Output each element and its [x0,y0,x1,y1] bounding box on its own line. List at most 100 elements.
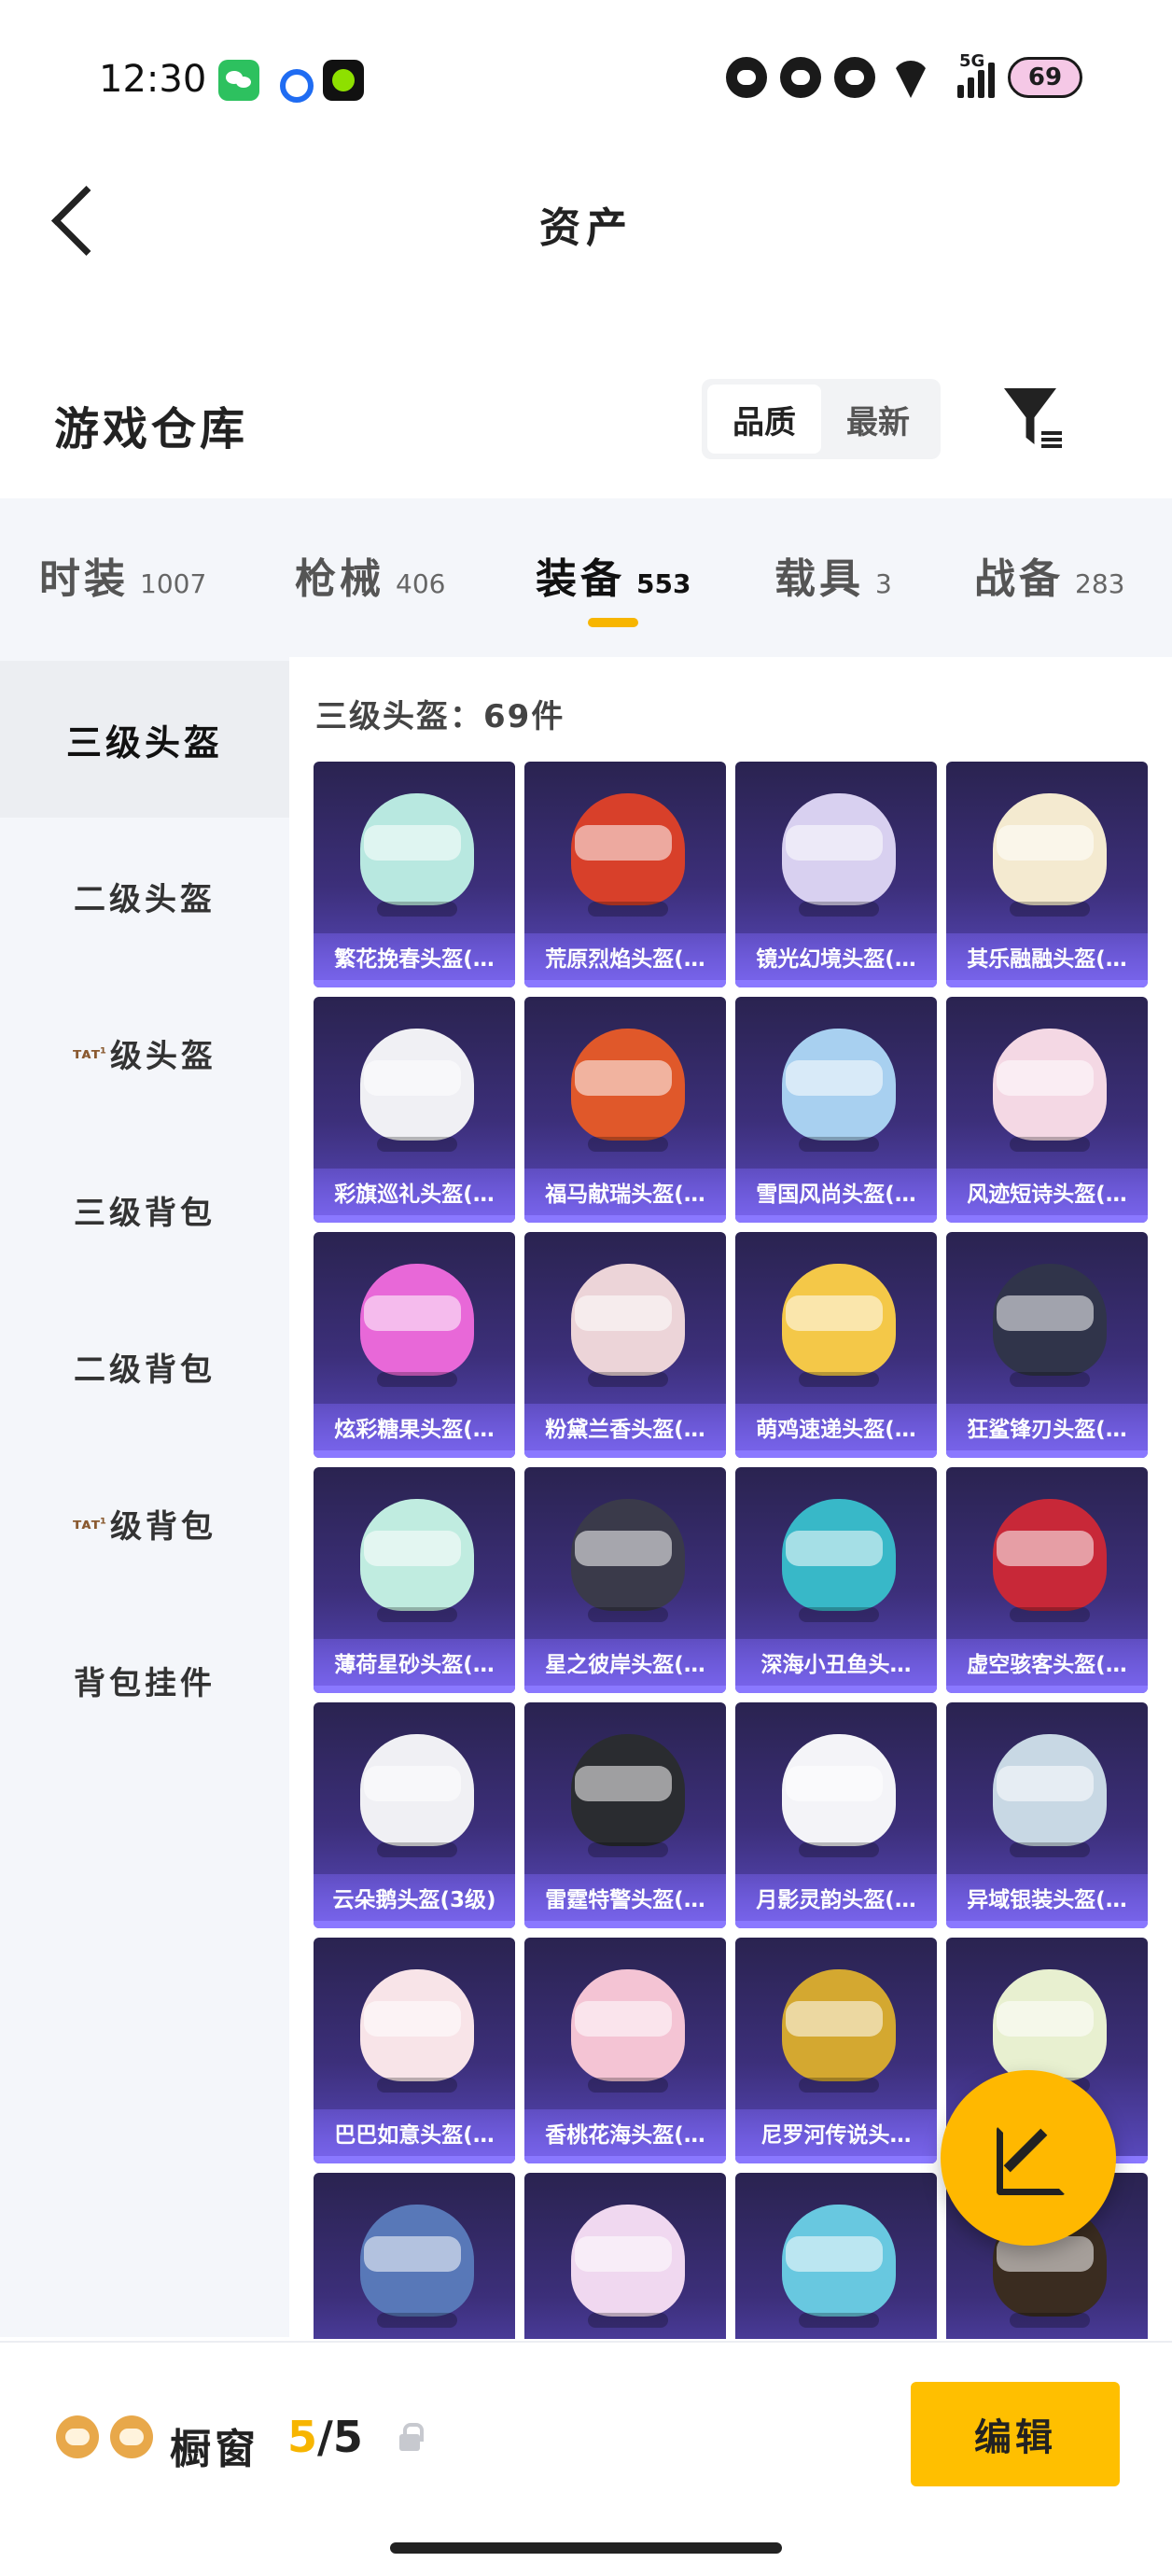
sidebar-item-label: 背包挂件 [74,1664,216,1702]
sidebar-item-prefix: ᴛᴀᴛ¹ [73,1043,106,1062]
item-name: 尼罗河传说头… [735,2109,937,2156]
item-card[interactable]: 福马献瑞头盔(… [524,997,726,1223]
tab-equipment[interactable]: 装备 553 [536,545,691,605]
tab-label: 装备 [536,555,625,603]
item-card[interactable]: 其乐融融头盔(… [946,762,1148,987]
helmet-image [360,793,474,917]
bottom-bar: 橱窗 5/5 编辑 [0,2341,1172,2576]
tab-guns[interactable]: 枪械 406 [295,545,445,605]
status-paw-icon [834,57,875,98]
helmet-image [993,1029,1107,1152]
helmet-image [571,793,685,917]
helmet-image [571,1264,685,1387]
edit-button[interactable]: 编辑 [911,2382,1120,2486]
item-card[interactable]: 繁花挽春头盔(… [314,762,515,987]
item-card[interactable]: 萌鸡速递头盔(… [735,1232,937,1458]
helmet-image [360,1969,474,2093]
tab-vehicles[interactable]: 载具 3 [774,545,892,605]
item-name: 风迹短诗头盔(… [946,1169,1148,1215]
helmet-image [782,1029,896,1152]
filter-icon[interactable] [998,385,1067,454]
helmet-image [360,2205,474,2328]
item-card[interactable]: 异域银装头盔(… [946,1702,1148,1928]
sidebar-item-label: 二级背包 [74,1351,216,1389]
item-card[interactable]: 尼罗河传说头… [735,1938,937,2163]
helmet-image [993,1969,1107,2093]
helmet-image [993,1264,1107,1387]
item-card[interactable]: 星之彼岸头盔(… [524,1467,726,1693]
sidebar-item-label: 三级背包 [74,1194,216,1232]
sidebar-item-level3-backpack[interactable]: 三级背包 [0,1131,289,1288]
sidebar-item-level3-helmet[interactable]: 三级头盔 [0,661,289,818]
item-name: 彩旗巡礼头盔(… [314,1169,515,1215]
paw-icon [110,2415,153,2458]
item-card[interactable]: 风迹短诗头盔(… [946,997,1148,1223]
item-name: 虚空骇客头盔(… [946,1639,1148,1686]
showcase-separator: / [317,2412,333,2462]
helmet-image [993,1734,1107,1857]
lock-icon [396,2423,424,2451]
tab-count: 406 [396,568,446,599]
share-button[interactable] [941,2070,1116,2246]
subcategory-sidebar: 三级头盔 二级头盔 ᴛᴀᴛ¹ 级头盔 三级背包 二级背包 ᴛᴀᴛ¹ 级背包 背包… [0,657,289,2337]
item-card[interactable]: 狂鲨锋刃头盔(… [946,1232,1148,1458]
sort-quality-button[interactable]: 品质 [707,385,821,454]
item-card[interactable]: 雪国风尚头盔(… [735,997,937,1223]
item-card[interactable]: 粉黛兰香头盔(… [524,1232,726,1458]
helmet-image [360,1029,474,1152]
status-bear-icon [780,57,821,98]
item-card[interactable]: 虚空骇客头盔(… [946,1467,1148,1693]
item-card[interactable]: 雷霆特警头盔(… [524,1702,726,1928]
item-name: 其乐融融头盔(… [946,933,1148,980]
item-card[interactable] [524,2173,726,2339]
page-title: 资产 [539,204,633,252]
status-time: 12:30 [99,58,207,101]
item-card[interactable] [314,2173,515,2339]
sidebar-item-label: 级背包 [109,1507,216,1546]
item-name: 荒原烈焰头盔(… [524,933,726,980]
item-card[interactable]: 香桃花海头盔(… [524,1938,726,2163]
sidebar-item-backpack-charm[interactable]: 背包挂件 [0,1602,289,1758]
helmet-image [360,1734,474,1857]
item-name: 月影灵韵头盔(… [735,1874,937,1921]
sidebar-item-label: 级头盔 [109,1037,216,1075]
tab-fashion[interactable]: 时装 1007 [39,545,206,605]
item-card[interactable]: 镜光幻境头盔(… [735,762,937,987]
wechat-icon [218,60,259,101]
item-card[interactable]: 巴巴如意头盔(… [314,1938,515,2163]
item-name: 巴巴如意头盔(… [314,2109,515,2156]
network-type: 5G [959,51,985,71]
item-name: 异域银装头盔(… [946,1874,1148,1921]
item-name: 薄荷星砂头盔(… [314,1639,515,1686]
app-green-icon [323,60,364,101]
item-card[interactable]: 深海小丑鱼头… [735,1467,937,1693]
item-name: 镜光幻境头盔(… [735,933,937,980]
item-card[interactable]: 云朵鹅头盔(3级) [314,1702,515,1928]
item-name: 雪国风尚头盔(… [735,1169,937,1215]
item-name: 星之彼岸头盔(… [524,1639,726,1686]
sort-toggle: 品质 最新 [702,379,941,459]
sidebar-item-prefix: ᴛᴀᴛ¹ [73,1514,106,1533]
item-card[interactable]: 薄荷星砂头盔(… [314,1467,515,1693]
item-card[interactable]: 彩旗巡礼头盔(… [314,997,515,1223]
tab-battle-prep[interactable]: 战备 283 [974,545,1124,605]
helmet-image [993,793,1107,917]
sidebar-item-level1-helmet[interactable]: ᴛᴀᴛ¹ 级头盔 [0,974,289,1131]
sidebar-item-level2-helmet[interactable]: 二级头盔 [0,818,289,974]
sidebar-item-level2-backpack[interactable]: 二级背包 [0,1288,289,1445]
helmet-image [782,1264,896,1387]
helmet-image [782,1969,896,2093]
item-card[interactable] [735,2173,937,2339]
item-name: 萌鸡速递头盔(… [735,1404,937,1450]
showcase-title: 橱窗 [170,2426,259,2473]
sidebar-item-level1-backpack[interactable]: ᴛᴀᴛ¹ 级背包 [0,1445,289,1602]
showcase-total: 5 [332,2412,363,2462]
section-count-label: 三级头盔：69件 [315,698,565,735]
item-card[interactable]: 荒原烈焰头盔(… [524,762,726,987]
sort-latest-button[interactable]: 最新 [821,385,935,454]
item-card[interactable]: 月影灵韵头盔(… [735,1702,937,1928]
item-card[interactable]: 炫彩糖果头盔(… [314,1232,515,1458]
helmet-image [782,793,896,917]
tab-label: 战备 [974,555,1064,603]
tab-label: 载具 [774,555,864,603]
